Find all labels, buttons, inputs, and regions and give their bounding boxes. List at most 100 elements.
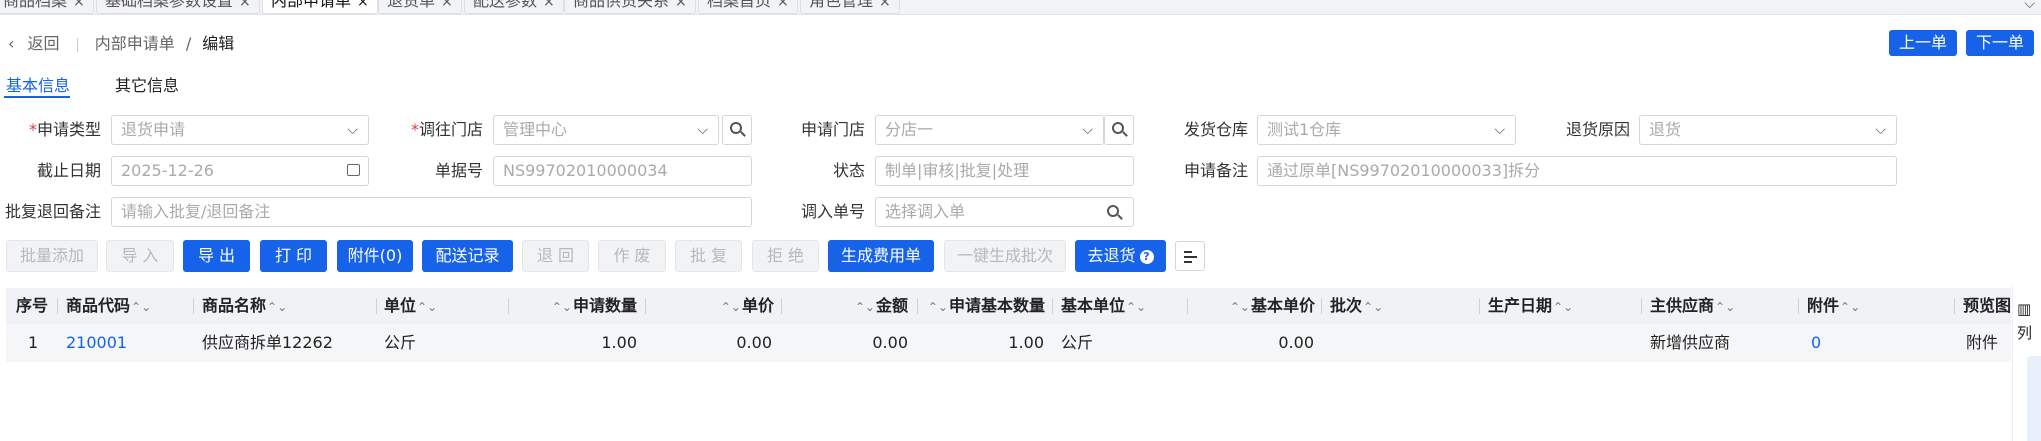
close-icon[interactable]: × <box>73 0 85 10</box>
sort-icon: ⌃⌄ <box>267 300 288 314</box>
apply-store-search-button[interactable] <box>1104 115 1134 145</box>
tab-item-active[interactable]: 内部申请单 × <box>262 0 378 14</box>
active-tab-indicator <box>4 96 70 98</box>
col-header-batch[interactable]: 批次⌃⌄ <box>1330 288 1384 324</box>
cell-unit: 公斤 <box>384 333 417 352</box>
cell-name: 供应商拆单12262 <box>202 333 333 352</box>
return-reason-select[interactable]: 退货 ⌵ <box>1639 115 1897 145</box>
col-header-price[interactable]: ⌃⌄单价 <box>652 288 774 324</box>
void-button[interactable]: 作 废 <box>598 240 666 272</box>
apply-note-label: 申请备注 <box>1183 161 1248 180</box>
import-button[interactable]: 导 入 <box>106 240 174 272</box>
apply-type-select[interactable]: 退货申请 ⌵ <box>111 115 369 145</box>
batch-add-button[interactable]: 批量添加 <box>6 240 98 272</box>
status-label: 状态 <box>832 161 865 180</box>
tab-label: 角色管理 <box>809 0 874 10</box>
in-doc-select[interactable]: 选择调入单 <box>875 197 1134 227</box>
back-link[interactable]: 返回 <box>28 34 60 53</box>
close-icon[interactable]: × <box>239 0 251 10</box>
in-doc-placeholder: 选择调入单 <box>885 202 966 221</box>
chevron-down-icon[interactable]: ⌵ <box>2024 0 2035 12</box>
return-reason-label: 退货原因 <box>1565 120 1630 139</box>
go-return-button[interactable]: 去退货? <box>1075 240 1166 272</box>
col-header-base-unit[interactable]: 基本单位⌃⌄ <box>1061 288 1147 324</box>
delivery-log-button[interactable]: 配送记录 <box>422 240 513 272</box>
cell-qty: 1.00 <box>601 333 637 352</box>
col-header-name[interactable]: 商品名称⌃⌄ <box>202 288 288 324</box>
approve-button[interactable]: 批 复 <box>675 240 742 272</box>
breadcrumb-parent[interactable]: 内部申请单 <box>95 34 175 53</box>
go-return-label: 去退货 <box>1087 246 1136 265</box>
tab-item[interactable]: 配送参数 × <box>464 0 564 14</box>
col-header-code[interactable]: 商品代码⌃⌄ <box>66 288 152 324</box>
close-icon[interactable]: × <box>543 0 555 10</box>
apply-store-select[interactable]: 分店一 ⌵ <box>875 115 1104 145</box>
tab-other-info[interactable]: 其它信息 <box>115 72 179 96</box>
sort-icon: ⌃⌄ <box>854 300 875 314</box>
tab-item[interactable]: 退货单 × <box>378 0 462 14</box>
apply-note-value: 通过原单[NS99702010000033]拆分 <box>1267 161 1541 180</box>
breadcrumb: ‹ 返回 内部申请单 / 编辑 <box>8 32 234 56</box>
to-store-search-button[interactable] <box>722 115 752 145</box>
col-header-amount[interactable]: ⌃⌄金额 <box>786 288 908 324</box>
tab-item[interactable]: 商品档案 × <box>0 0 94 14</box>
grid-icon: ▥ <box>2017 300 2032 318</box>
column-panel[interactable]: ▥ 列 <box>2012 286 2041 441</box>
deadline-date-picker[interactable]: 2025-12-26 <box>111 156 369 186</box>
close-icon[interactable]: × <box>879 0 891 10</box>
col-header-qty[interactable]: ⌃⌄申请数量 <box>512 288 637 324</box>
in-doc-label: 调入单号 <box>800 202 865 221</box>
column-settings-button[interactable] <box>1175 241 1205 271</box>
cell-price: 0.00 <box>736 333 772 352</box>
col-header-base-qty[interactable]: ⌃⌄申请基本数量 <box>920 288 1045 324</box>
tab-basic-info[interactable]: 基本信息 <box>6 72 70 96</box>
reply-note-input[interactable]: 请输入批复/退回备注 <box>111 197 752 227</box>
tab-item[interactable]: 商品供货关系 × <box>564 0 696 14</box>
col-header-unit[interactable]: 单位⌃⌄ <box>384 288 438 324</box>
cell-code[interactable]: 210001 <box>66 324 127 362</box>
return-button[interactable]: 退 回 <box>522 240 589 272</box>
cell-preview[interactable]: 附件 <box>1966 324 1998 362</box>
close-icon[interactable]: × <box>675 0 687 10</box>
print-button[interactable]: 打 印 <box>260 240 327 272</box>
chevron-down-icon: ⌵ <box>1494 122 1505 138</box>
cell-attach-count[interactable]: 0 <box>1811 324 1821 362</box>
chevron-down-icon: ⌵ <box>1875 122 1886 138</box>
status-field: 制单|审核|批复|处理 <box>875 156 1134 186</box>
back-icon[interactable]: ‹ <box>8 34 14 53</box>
doc-no-field: NS99702010000034 <box>493 156 752 186</box>
close-icon[interactable]: × <box>357 0 369 10</box>
doc-no-value: NS99702010000034 <box>503 161 668 180</box>
side-drawer-handle[interactable] <box>2027 356 2041 441</box>
search-icon <box>1112 122 1124 134</box>
apply-type-label: *申请类型 <box>28 120 101 139</box>
col-header-prod-date[interactable]: 生产日期⌃⌄ <box>1488 288 1574 324</box>
ship-warehouse-select[interactable]: 测试1仓库 ⌵ <box>1257 115 1516 145</box>
tab-label: 内部申请单 <box>271 0 352 10</box>
tab-item[interactable]: 角色管理 × <box>800 0 900 14</box>
tab-label: 退货单 <box>387 0 436 10</box>
status-value: 制单|审核|批复|处理 <box>885 161 1030 180</box>
to-store-select[interactable]: 管理中心 ⌵ <box>493 115 719 145</box>
tab-label: 商品供货关系 <box>573 0 670 10</box>
search-icon[interactable] <box>1107 205 1119 217</box>
prev-record-button[interactable]: 上一单 <box>1889 30 1957 56</box>
tab-item[interactable]: 档案首页 × <box>698 0 798 14</box>
reject-button[interactable]: 拒 绝 <box>752 240 819 272</box>
close-icon[interactable]: × <box>777 0 789 10</box>
cell-base-qty: 1.00 <box>1008 333 1044 352</box>
close-icon[interactable]: × <box>441 0 453 10</box>
attachment-button[interactable]: 附件(0) <box>337 240 413 272</box>
tab-item[interactable]: 基础档案参数设置 × <box>96 0 260 14</box>
col-header-seq: 序号 <box>16 296 49 315</box>
reply-note-placeholder: 请输入批复/退回备注 <box>121 202 271 221</box>
generate-batch-button[interactable]: 一键生成批次 <box>944 240 1066 272</box>
col-header-base-price[interactable]: ⌃⌄基本单价 <box>1188 288 1315 324</box>
col-header-supplier[interactable]: 主供应商⌃⌄ <box>1650 288 1736 324</box>
generate-fee-button[interactable]: 生成费用单 <box>828 240 934 272</box>
apply-note-field[interactable]: 通过原单[NS99702010000033]拆分 <box>1257 156 1897 186</box>
next-record-button[interactable]: 下一单 <box>1966 30 2034 56</box>
col-header-attach[interactable]: 附件⌃⌄ <box>1807 288 1861 324</box>
export-button[interactable]: 导 出 <box>183 240 250 272</box>
sort-icon: ⌃⌄ <box>1363 300 1384 314</box>
